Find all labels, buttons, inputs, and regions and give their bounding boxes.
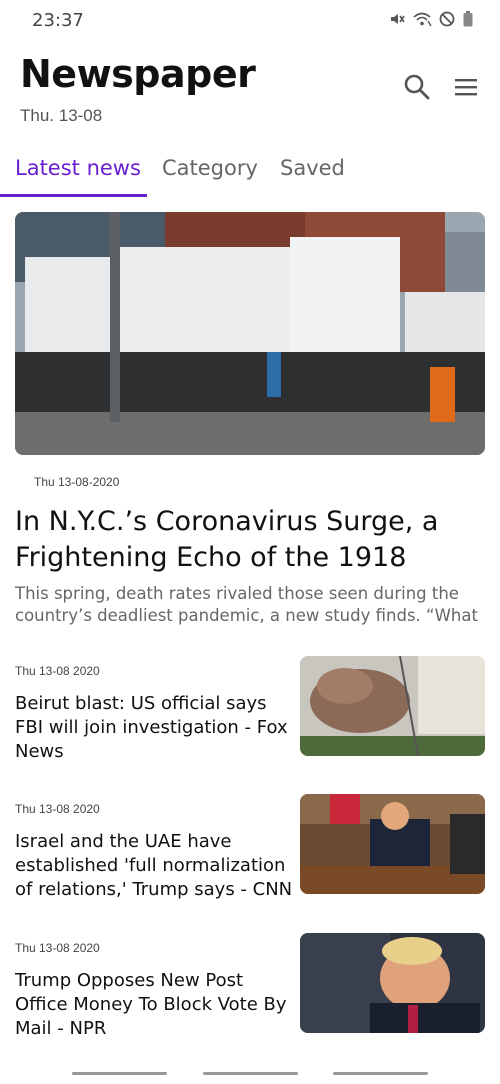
featured-image[interactable]	[15, 212, 485, 455]
status-time: 23:37	[32, 10, 84, 31]
list-item[interactable]: Thu 13-08 2020 Trump Opposes New Post Of…	[15, 933, 485, 1051]
system-nav-bar	[0, 1062, 500, 1084]
menu-icon	[455, 79, 477, 96]
app-title: Newspaper	[20, 52, 256, 96]
article-date: Thu 13-08 2020	[15, 941, 100, 955]
featured-title[interactable]: In N.Y.C.’s Coronavirus Surge, a Frighte…	[15, 504, 485, 576]
nav-recents-button[interactable]	[72, 1072, 167, 1075]
list-item[interactable]: Thu 13-08 2020 Beirut blast: US official…	[15, 656, 485, 774]
status-bar: 23:37	[0, 0, 500, 40]
mute-icon	[391, 14, 405, 24]
tab-latest-news[interactable]: Latest news	[15, 156, 141, 180]
article-title[interactable]: Beirut blast: US official says FBI will …	[15, 692, 295, 764]
battery-icon	[463, 11, 473, 27]
wifi-icon	[413, 12, 432, 27]
tab-category[interactable]: Category	[162, 156, 258, 180]
article-thumbnail[interactable]	[300, 933, 485, 1033]
article-title[interactable]: Trump Opposes New Post Office Money To B…	[15, 969, 295, 1041]
article-title[interactable]: Israel and the UAE have established 'ful…	[15, 830, 295, 902]
article-thumbnail[interactable]	[300, 656, 485, 756]
tab-saved[interactable]: Saved	[280, 156, 345, 180]
featured-date: Thu 13-08-2020	[34, 475, 120, 489]
search-button[interactable]	[402, 72, 432, 102]
nav-home-button[interactable]	[203, 1072, 298, 1075]
tab-bar: Latest news Category Saved	[0, 150, 500, 198]
list-item[interactable]: Thu 13-08 2020 Israel and the UAE have e…	[15, 794, 485, 912]
nav-back-button[interactable]	[333, 1072, 428, 1075]
menu-button[interactable]	[452, 74, 480, 100]
article-thumbnail[interactable]	[300, 794, 485, 894]
featured-summary: This spring, death rates rivaled those s…	[15, 584, 478, 625]
article-date: Thu 13-08 2020	[15, 802, 100, 816]
search-icon	[404, 74, 430, 100]
header-date: Thu. 13-08	[20, 106, 103, 125]
do-not-disturb-icon	[439, 11, 455, 27]
article-date: Thu 13-08 2020	[15, 664, 100, 678]
status-icons	[388, 10, 474, 28]
active-tab-indicator	[0, 194, 147, 197]
